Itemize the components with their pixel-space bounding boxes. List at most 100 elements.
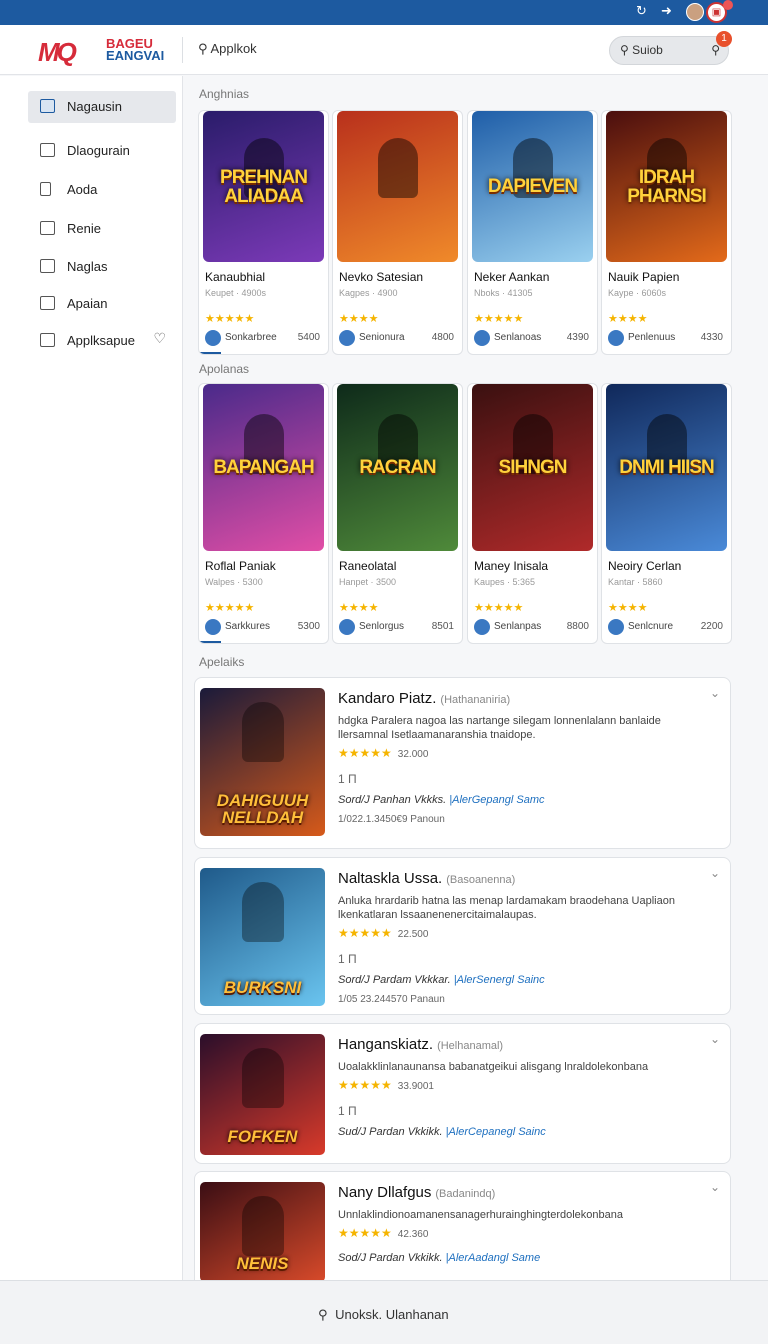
sidebar-item-applksapue[interactable]: Applksapue ♡ <box>28 325 176 357</box>
search-icon: ⚲ <box>620 43 629 57</box>
character-figure <box>242 1048 284 1108</box>
game-title[interactable]: Nevko Satesian <box>339 270 423 284</box>
game-title[interactable]: Hanganskiatz. (Helhanamal) <box>338 1036 503 1053</box>
game-title[interactable]: Naltaskla Ussa. (Basoanenna) <box>338 870 515 887</box>
game-title[interactable]: Roflal Paniak <box>205 559 276 573</box>
game-subtitle: Kagpes · 4900 <box>339 288 398 298</box>
game-cover-image[interactable]: RACRAN <box>337 384 458 551</box>
game-card[interactable]: SIHNGN Maney Inisala Kaupes · 5:365 ★★★★★ Se… <box>467 383 598 644</box>
publisher-link[interactable]: |AlerSenergl Sainc <box>454 974 545 986</box>
game-thumbnail[interactable]: FOFKEN <box>200 1034 325 1155</box>
game-card[interactable]: DAPIEVEN Neker Aankan Nboks · 41305 ★★★★★ Se… <box>467 110 598 355</box>
list-item[interactable]: FOFKEN Hanganskiatz. (Helhanamal) ⌄ Uoalakkl… <box>194 1023 731 1164</box>
game-thumbnail[interactable]: DAHIGUUH NELLDAH <box>200 688 325 836</box>
game-cover-image[interactable]: SIHNGN <box>472 384 593 551</box>
developer-avatar <box>608 619 624 635</box>
character-figure <box>242 882 284 942</box>
publisher-link[interactable]: |AlerCepanegl Sainc <box>446 1126 546 1138</box>
search-pill[interactable]: ⚲ Suiob ⚲ 1 <box>609 31 732 65</box>
game-card[interactable]: PREHNAN ALIADAA Kanaubhial Keupet · 4900s ★… <box>198 110 329 355</box>
download-count: 5400 <box>297 332 320 343</box>
list-item[interactable]: NENIS Nany Dllafgus (Badanindq) ⌄ Unnlaklind… <box>194 1171 731 1291</box>
heart-icon[interactable]: ♡ <box>153 331 166 347</box>
game-subtitle: Keupet · 4900s <box>205 288 267 298</box>
game-meta: Sud/J Pardan Vkkikk. |AlerCepanegl Sainc <box>338 1126 546 1138</box>
game-description: Unnlaklindionoamanensanagerhurainghingte… <box>338 1209 623 1221</box>
game-title[interactable]: Neker Aankan <box>474 270 549 284</box>
rating-stars: ★★★★★ 22.500 <box>338 926 429 940</box>
list-item[interactable]: BURKSNI Naltaskla Ussa. (Basoanenna) ⌄ Anluk… <box>194 857 731 1015</box>
rating-stars: ★★★★★ <box>205 312 255 325</box>
sidebar-item-apaian[interactable]: Apaian <box>28 288 176 320</box>
sidebar: Nagausin Dlaogurain Aoda Renie Naglas Ap… <box>0 76 183 1280</box>
rating-score: 33.9001 <box>397 1081 434 1092</box>
game-cover-image[interactable] <box>337 111 458 262</box>
game-title[interactable]: Maney Inisala <box>474 559 548 573</box>
game-cover-image[interactable]: PREHNAN ALIADAA <box>203 111 324 262</box>
rating-stars: ★★★★ <box>339 601 379 614</box>
game-card[interactable]: IDRAH PHARNSI Nauik Papien Kaype · 6060s ★★… <box>601 110 732 355</box>
header-search[interactable]: ⚲ Applkok <box>198 41 257 57</box>
developer-name: Senlanpas <box>494 621 542 632</box>
game-title[interactable]: Kanaubhial <box>205 270 265 284</box>
game-tag: (Helhanamal) <box>437 1040 504 1052</box>
cover-title-art: RACRAN <box>359 457 436 478</box>
thumbnail-title-art: DAHIGUUH NELLDAH <box>216 791 309 827</box>
game-card[interactable]: RACRAN Raneolatal Hanpet · 3500 ★★★★ Senlorg… <box>332 383 463 644</box>
rating-stars: ★★★★★ <box>205 601 255 614</box>
list-icon <box>40 99 55 113</box>
game-title[interactable]: Nany Dllafgus (Badanindq) <box>338 1184 495 1201</box>
game-tag: (Badanindq) <box>435 1188 496 1200</box>
rating-score: 22.500 <box>397 929 429 940</box>
game-cover-image[interactable]: BAPANGAH <box>203 384 324 551</box>
search-icon: ⚲ <box>198 42 208 57</box>
header-divider <box>182 37 183 63</box>
game-subtitle: Walpes · 5300 <box>205 577 263 587</box>
game-cover-image[interactable]: DAPIEVEN <box>472 111 593 262</box>
chevron-down-icon[interactable]: ⌄ <box>710 1180 720 1194</box>
publisher-link[interactable]: |AlerAadangl Same <box>446 1252 541 1264</box>
sidebar-item-dlaogurain[interactable]: Dlaogurain <box>28 135 176 167</box>
character-figure <box>242 702 284 762</box>
section-title-3: Apelaiks <box>199 655 245 669</box>
game-title[interactable]: Neoiry Cerlan <box>608 559 681 573</box>
chevron-down-icon[interactable]: ⌄ <box>710 866 720 880</box>
logo-mark[interactable]: MQ <box>38 37 77 68</box>
character-figure <box>242 1196 284 1256</box>
game-meta: Sord/J Panhan Vkkks. |AlerGepangl Samc <box>338 794 545 806</box>
notification-dot <box>723 0 733 10</box>
list-item[interactable]: DAHIGUUH NELLDAH Kandaro Piatz. (Hathanani… <box>194 677 731 849</box>
game-thumbnail[interactable]: NENIS <box>200 1182 325 1282</box>
sidebar-item-nagausin[interactable]: Nagausin <box>28 91 176 123</box>
game-title[interactable]: Kandaro Piatz. (Hathananiria) <box>338 690 510 707</box>
sidebar-item-aoda[interactable]: Aoda <box>28 174 176 206</box>
chevron-down-icon[interactable]: ⌄ <box>710 686 720 700</box>
game-card[interactable]: DNMI HIISN Neoiry Cerlan Kantar · 5860 ★★★★… <box>601 383 732 644</box>
game-title[interactable]: Raneolatal <box>339 559 396 573</box>
game-tag: (Basoanenna) <box>446 874 516 886</box>
rating-score: 42.360 <box>397 1229 429 1240</box>
game-cover-image[interactable]: DNMI HIISN <box>606 384 727 551</box>
character-figure <box>377 138 418 198</box>
game-thumbnail[interactable]: BURKSNI <box>200 868 325 1006</box>
developer-name: Sonkarbree <box>225 332 277 343</box>
download-count: 8800 <box>566 621 589 632</box>
sidebar-item-naglas[interactable]: Naglas <box>28 251 176 283</box>
cover-title-art: SIHNGN <box>498 457 568 478</box>
user-avatar[interactable] <box>686 3 704 21</box>
game-card[interactable]: Nevko Satesian Kagpes · 4900 ★★★★ Senionura… <box>332 110 463 355</box>
game-cover-image[interactable]: IDRAH PHARNSI <box>606 111 727 262</box>
forward-icon[interactable]: ➜ <box>661 4 672 19</box>
refresh-icon[interactable]: ↻ <box>636 4 647 19</box>
publisher-link[interactable]: |AlerGepangl Samc <box>449 794 544 806</box>
pill-badge: 1 <box>716 31 732 47</box>
search-pill-label: Suiob <box>632 43 663 57</box>
bottom-search[interactable]: ⚲ Unoksk. Ulanhanan <box>318 1307 449 1323</box>
game-card[interactable]: BAPANGAH Roflal Paniak Walpes · 5300 ★★★★★ S… <box>198 383 329 644</box>
game-footer-info: 1/05 23.244570 Panaun <box>338 994 445 1005</box>
sidebar-item-renie[interactable]: Renie <box>28 213 176 245</box>
logo-text: BAGEU EANGVAI <box>106 36 165 63</box>
game-title[interactable]: Nauik Papien <box>608 270 679 284</box>
chevron-down-icon[interactable]: ⌄ <box>710 1032 720 1046</box>
bottom-bar: ⚲ Unoksk. Ulanhanan <box>0 1280 768 1344</box>
